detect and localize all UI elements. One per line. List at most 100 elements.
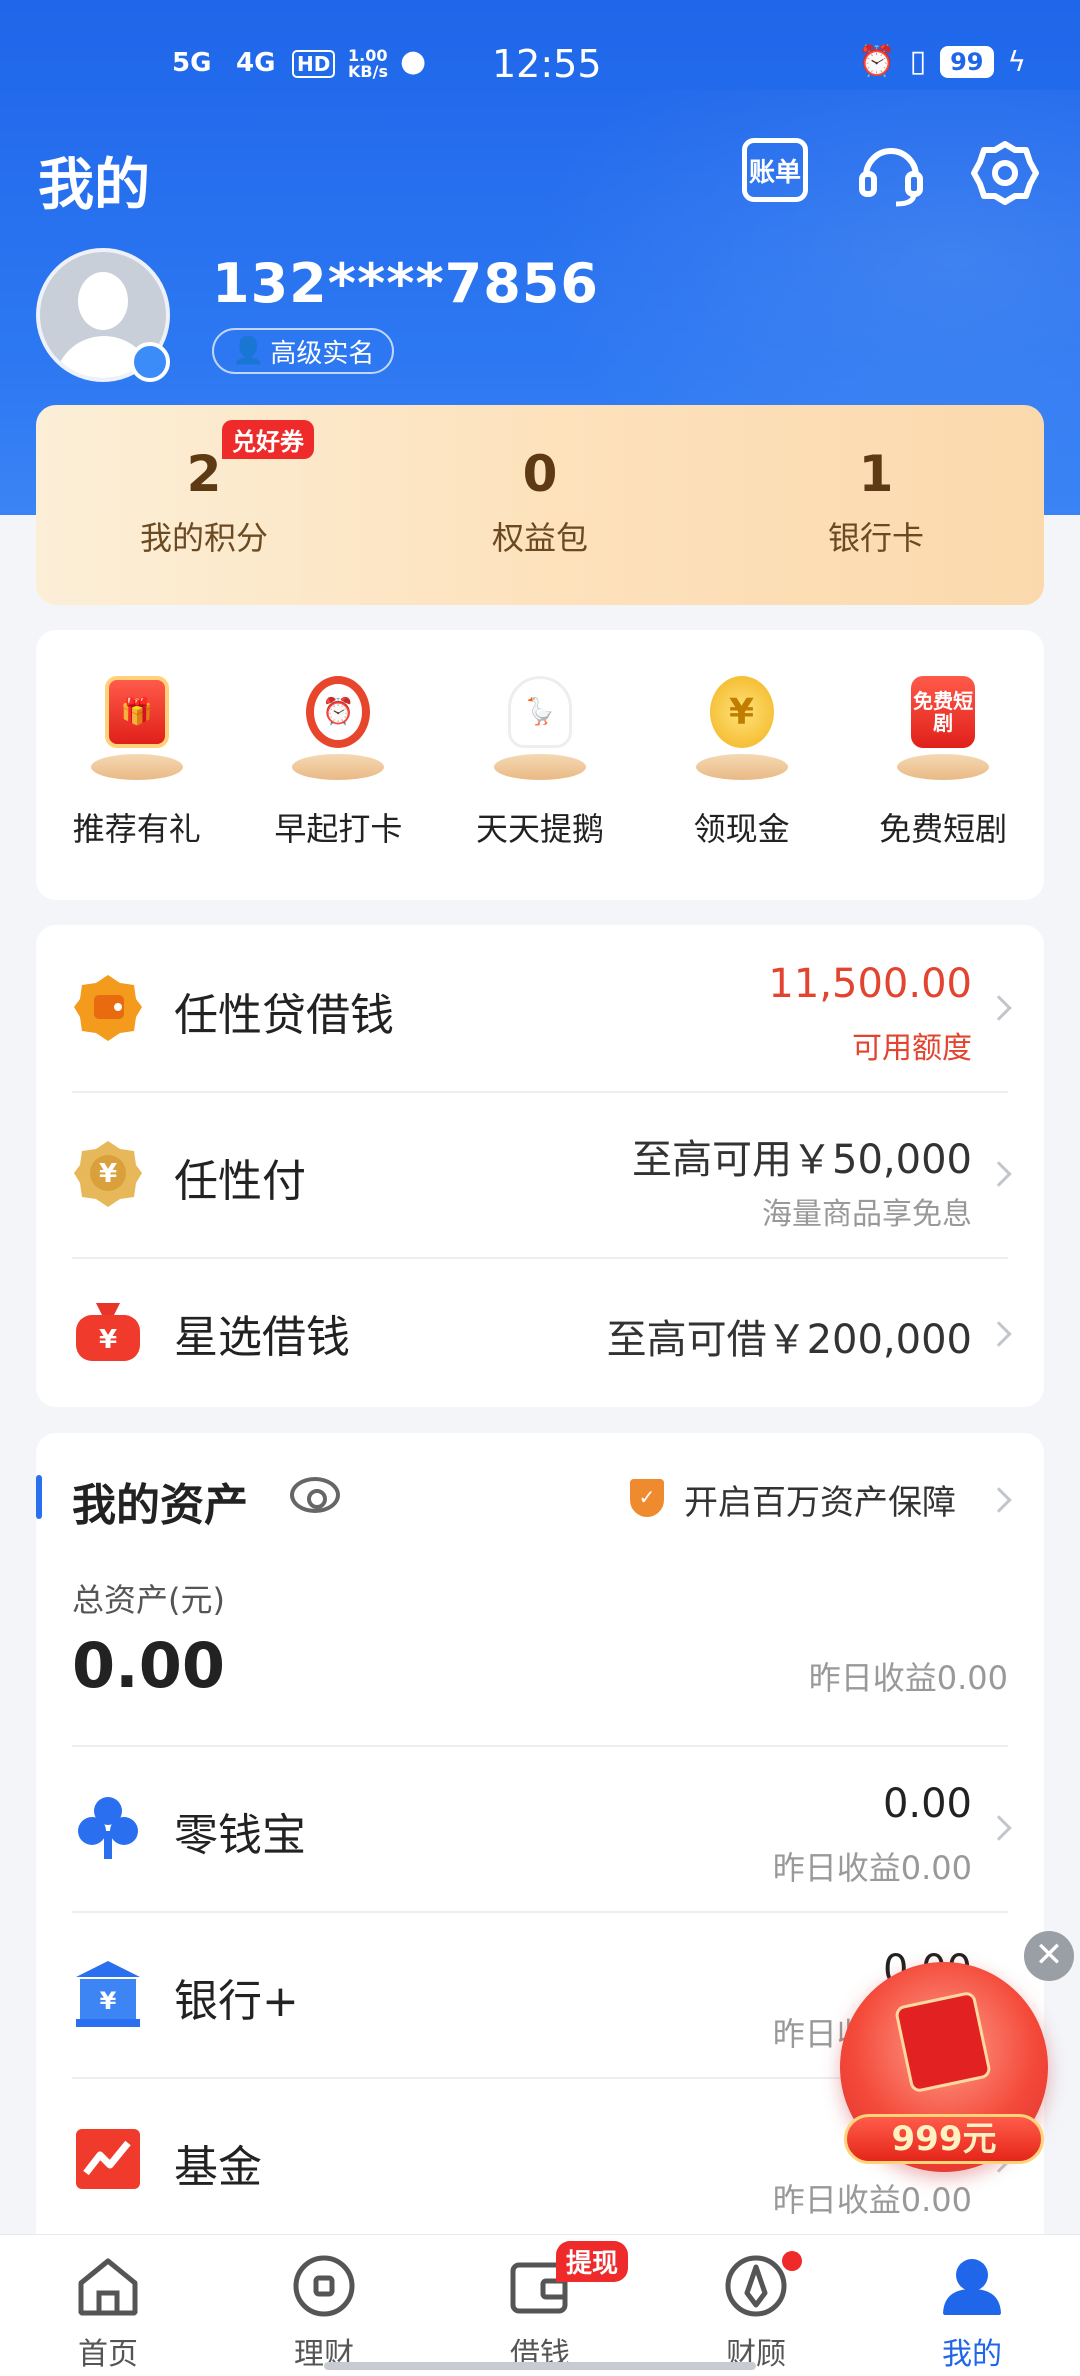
points-item-bankcard[interactable]: 1 银行卡	[708, 405, 1044, 605]
wechat-icon: ●	[400, 44, 427, 79]
asset-yesterday: 昨日收益0.00	[772, 1849, 972, 1887]
bankcard-value: 1	[858, 445, 894, 503]
asset-name: 基金	[174, 2142, 262, 2193]
loan-sub: 可用额度	[852, 1031, 972, 1066]
quick-label: 免费短剧	[879, 810, 1008, 848]
bank-icon: ¥	[76, 1961, 140, 2027]
signal-5g-icon: 5G	[172, 48, 212, 78]
clover-icon	[78, 1797, 138, 1859]
points-value: 2	[186, 445, 222, 503]
promo-amount: 999元	[844, 2114, 1044, 2164]
wealth-icon	[293, 2255, 355, 2317]
points-card: 2 我的积分 兑好券 0 权益包 1 银行卡	[36, 405, 1044, 605]
chevron-right-icon	[986, 1815, 1012, 1841]
advisor-icon	[725, 2255, 787, 2317]
gift-box-icon: 🎁	[87, 672, 187, 780]
loan-name: 任性贷借钱	[174, 990, 394, 1041]
wallet-icon	[74, 975, 142, 1041]
bill-label: 账单	[748, 157, 801, 188]
loan-row-renxingdai[interactable]: 任性贷借钱 11,500.00 可用额度	[36, 925, 1044, 1091]
quick-item-checkin[interactable]: ⏰ 早起打卡	[238, 672, 440, 900]
verified-badge-icon	[130, 342, 170, 382]
signal-4g-icon: 4G	[236, 48, 276, 78]
tab-home[interactable]: 首页	[0, 2235, 216, 2376]
asset-row-lingqianbao[interactable]: 零钱宝 0.00 昨日收益0.00	[36, 1745, 1044, 1911]
shield-icon: ✓	[630, 1479, 664, 1517]
user-icon	[943, 2259, 1001, 2315]
user-phone: 132****7856	[212, 252, 599, 315]
tab-mine[interactable]: 我的	[864, 2235, 1080, 2376]
eye-icon[interactable]	[290, 1477, 340, 1513]
loan-card: 任性贷借钱 11,500.00 可用额度 ¥ 任性付 至高可用￥50,000 海…	[36, 925, 1044, 1407]
chevron-right-icon	[986, 995, 1012, 1021]
yuan-badge-icon: ¥	[74, 1141, 142, 1207]
benefits-label: 权益包	[491, 519, 588, 557]
total-assets-value: 0.00	[72, 1629, 225, 1702]
loan-amount: 11,500.00	[768, 961, 972, 1007]
quick-item-referral[interactable]: 🎁 推荐有礼	[36, 672, 238, 900]
coupon-tag: 兑好券	[222, 420, 314, 459]
points-item-benefits[interactable]: 0 权益包	[372, 405, 708, 605]
customer-service-button[interactable]	[856, 138, 926, 208]
red-packet-promo[interactable]: 999元	[840, 1962, 1048, 2172]
realname-label: 高级实名	[270, 338, 375, 369]
chevron-right-icon	[986, 1321, 1012, 1347]
quick-label: 领现金	[693, 810, 790, 848]
points-label: 我的积分	[139, 519, 268, 557]
loan-row-xingxuan[interactable]: ¥ 星选借钱 至高可借￥200,000	[36, 1257, 1044, 1423]
loan-amount: 至高可用￥50,000	[632, 1137, 972, 1183]
vibrate-icon: ▯	[909, 44, 927, 79]
status-time: 12:55	[492, 42, 602, 86]
loan-sub: 海量商品享免息	[762, 1197, 972, 1232]
gear-icon	[971, 141, 1039, 205]
loan-amount: 至高可借￥200,000	[606, 1317, 972, 1363]
quick-item-cash[interactable]: ¥ 领现金	[641, 672, 843, 900]
quick-item-goose[interactable]: 🪿 天天提鹅	[439, 672, 641, 900]
tab-label: 我的	[942, 2337, 1002, 2372]
tab-wealth[interactable]: 理财	[216, 2235, 432, 2376]
status-bar: 5G 4G HD 1.00 KB/s ● 12:55 ⏰ ▯ 99 ϟ	[0, 0, 1080, 100]
tab-borrow[interactable]: 借钱 提现	[432, 2235, 648, 2376]
person-icon: 👤	[232, 336, 265, 366]
quick-item-drama[interactable]: 免费短剧 免费短剧	[842, 672, 1044, 900]
short-drama-icon: 免费短剧	[893, 672, 993, 780]
loan-name: 星选借钱	[174, 1312, 350, 1363]
quick-label: 早起打卡	[274, 810, 403, 848]
settings-button[interactable]	[970, 138, 1040, 208]
asset-name: 银行+	[174, 1976, 299, 2027]
chevron-right-icon	[986, 1161, 1012, 1187]
hd-icon: HD	[292, 50, 336, 78]
loan-row-renxingfu[interactable]: ¥ 任性付 至高可用￥50,000 海量商品享免息	[36, 1091, 1044, 1257]
quick-label: 推荐有礼	[72, 810, 201, 848]
points-item-score[interactable]: 2 我的积分 兑好券	[36, 405, 372, 605]
assets-title: 我的资产	[72, 1480, 248, 1531]
tab-advisor[interactable]: 财顾	[648, 2235, 864, 2376]
withdraw-badge: 提现	[556, 2241, 629, 2282]
bankcard-label: 银行卡	[827, 519, 924, 557]
gold-coin-icon: ¥	[692, 672, 792, 780]
benefits-value: 0	[522, 445, 558, 503]
svg-text:¥: ¥	[99, 1159, 117, 1189]
goose-icon: 🪿	[490, 672, 590, 780]
asset-yesterday: 昨日收益0.00	[772, 2181, 972, 2219]
alarm-icon: ⏰	[858, 44, 896, 79]
battery-indicator: 99	[940, 45, 994, 78]
red-envelope-icon	[893, 1990, 993, 2094]
bill-icon: 账单	[742, 138, 808, 202]
bill-button[interactable]: 账单	[742, 138, 812, 208]
loan-name: 任性付	[174, 1156, 306, 1207]
close-icon[interactable]: ✕	[1024, 1931, 1074, 1981]
total-assets-label: 总资产(元)	[72, 1581, 225, 1619]
svg-text:¥: ¥	[100, 1987, 117, 2015]
tab-label: 首页	[78, 2337, 138, 2372]
home-icon	[78, 2258, 138, 2316]
money-bag-icon: ¥	[76, 1303, 140, 1361]
asset-guard-link[interactable]: 开启百万资产保障	[684, 1475, 956, 1524]
asset-value: 0.00	[882, 1781, 972, 1827]
svg-text:¥: ¥	[99, 1325, 117, 1355]
charging-icon: ϟ	[1007, 45, 1026, 78]
quick-actions: 🎁 推荐有礼 ⏰ 早起打卡 🪿 天天提鹅 ¥ 领现金 免费短剧 免费短剧	[36, 630, 1044, 900]
page-title: 我的	[38, 153, 150, 218]
realname-badge[interactable]: 👤 高级实名	[212, 328, 395, 374]
headset-icon	[859, 148, 923, 207]
